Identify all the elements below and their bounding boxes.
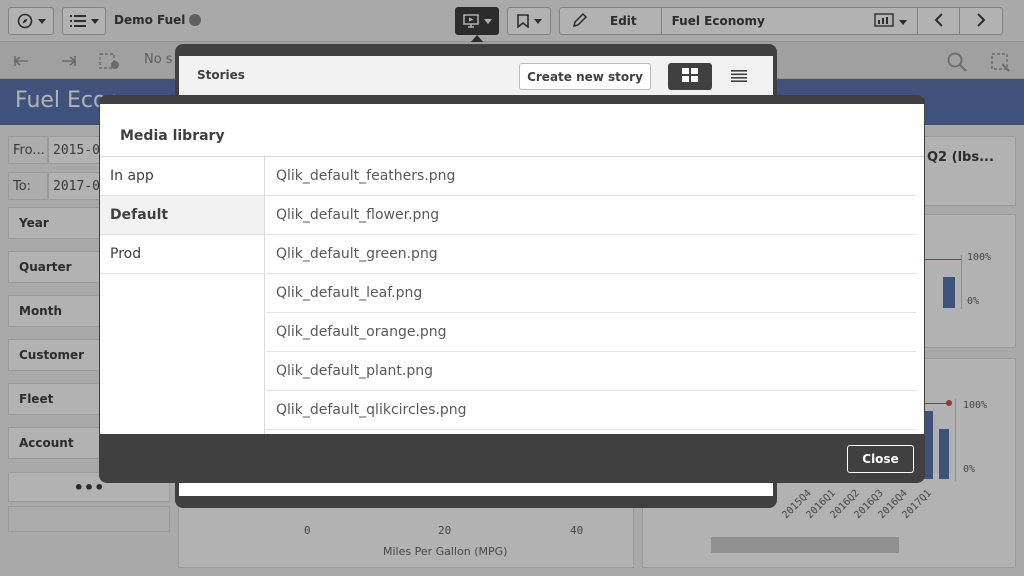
media-library-footer: Close <box>99 434 925 483</box>
grid-icon <box>682 67 698 86</box>
stories-header: Stories Create new story <box>179 56 773 96</box>
file-item[interactable]: Qlik_default_qlikcircles.png <box>266 391 916 430</box>
file-item[interactable]: Qlik_default_orange.png <box>266 313 916 352</box>
media-library-body: Media library In app Default Prod Qlik_d… <box>100 104 924 434</box>
file-list[interactable]: Qlik_default_feathers.png Qlik_default_f… <box>266 157 916 434</box>
close-button[interactable]: Close <box>847 445 914 473</box>
stories-title: Stories <box>197 68 245 82</box>
file-item[interactable]: Qlik_default_flower.png <box>266 196 916 235</box>
folder-list: In app Default Prod <box>100 157 265 434</box>
media-library-header: Media library <box>100 104 924 157</box>
list-view-button[interactable] <box>724 63 754 90</box>
file-item[interactable]: Qlik_default_green.png <box>266 235 916 274</box>
create-new-story-button[interactable]: Create new story <box>519 63 651 90</box>
media-library-title: Media library <box>120 128 225 144</box>
list-icon <box>731 67 747 86</box>
folder-item-prod[interactable]: Prod <box>100 235 264 274</box>
file-item[interactable]: Qlik_default_plant.png <box>266 352 916 391</box>
folder-item-in-app[interactable]: In app <box>100 157 264 196</box>
file-item[interactable]: Qlik_default_feathers.png <box>266 157 916 196</box>
file-item[interactable]: Qlik_default_leaf.png <box>266 274 916 313</box>
grid-view-button[interactable] <box>668 63 712 90</box>
media-library-dialog: Media library In app Default Prod Qlik_d… <box>99 95 925 483</box>
folder-item-default[interactable]: Default <box>100 196 264 235</box>
